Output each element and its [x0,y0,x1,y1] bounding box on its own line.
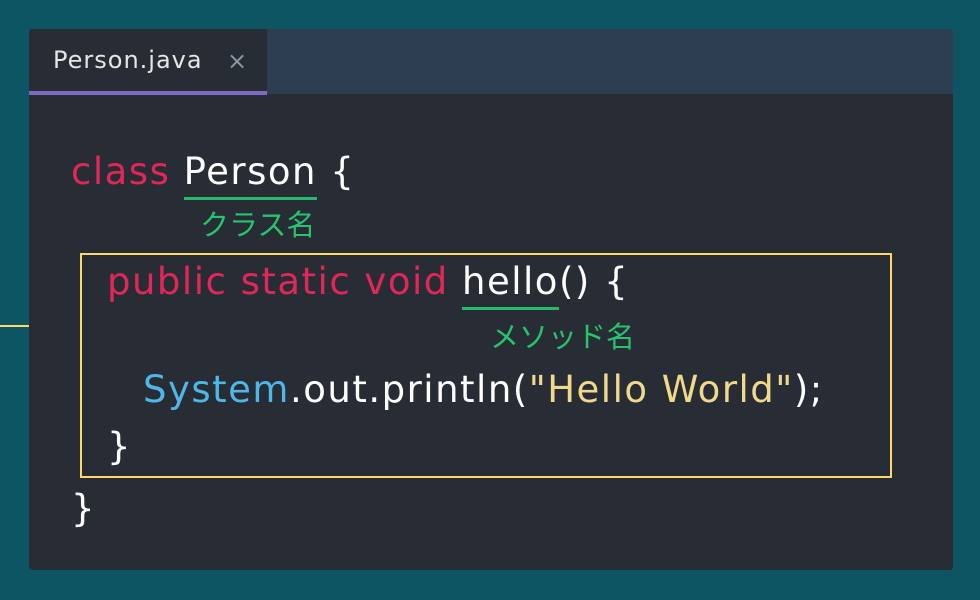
method-name: hello [462,260,559,310]
code-line-println: System.out.println("Hello World"); [143,368,824,412]
statement-end: ); [793,368,824,411]
class-close-brace: } [71,487,97,530]
keywords-public-static-void: public static void [107,260,449,303]
method-params-brace: () { [558,260,630,303]
code-line-method-declaration: public static void hello() { [107,260,630,310]
type-system: System [143,368,290,411]
class-name: Person [183,150,318,200]
tab-label: Person.java [53,46,203,74]
class-name-annotation: クラス名 [200,208,316,242]
close-icon[interactable]: × [227,47,247,75]
println-call: .out.println( [289,368,529,411]
string-hello-world: "Hello World" [528,368,794,411]
tab-person-java[interactable]: Person.java × [29,29,267,95]
tab-bar: Person.java × [29,29,953,95]
method-name-annotation: メソッド名 [490,320,636,354]
method-close-brace: } [107,425,133,468]
keyword-class: class [71,150,171,193]
code-line-class-declaration: class Person { [71,150,356,200]
open-brace: { [330,150,356,193]
